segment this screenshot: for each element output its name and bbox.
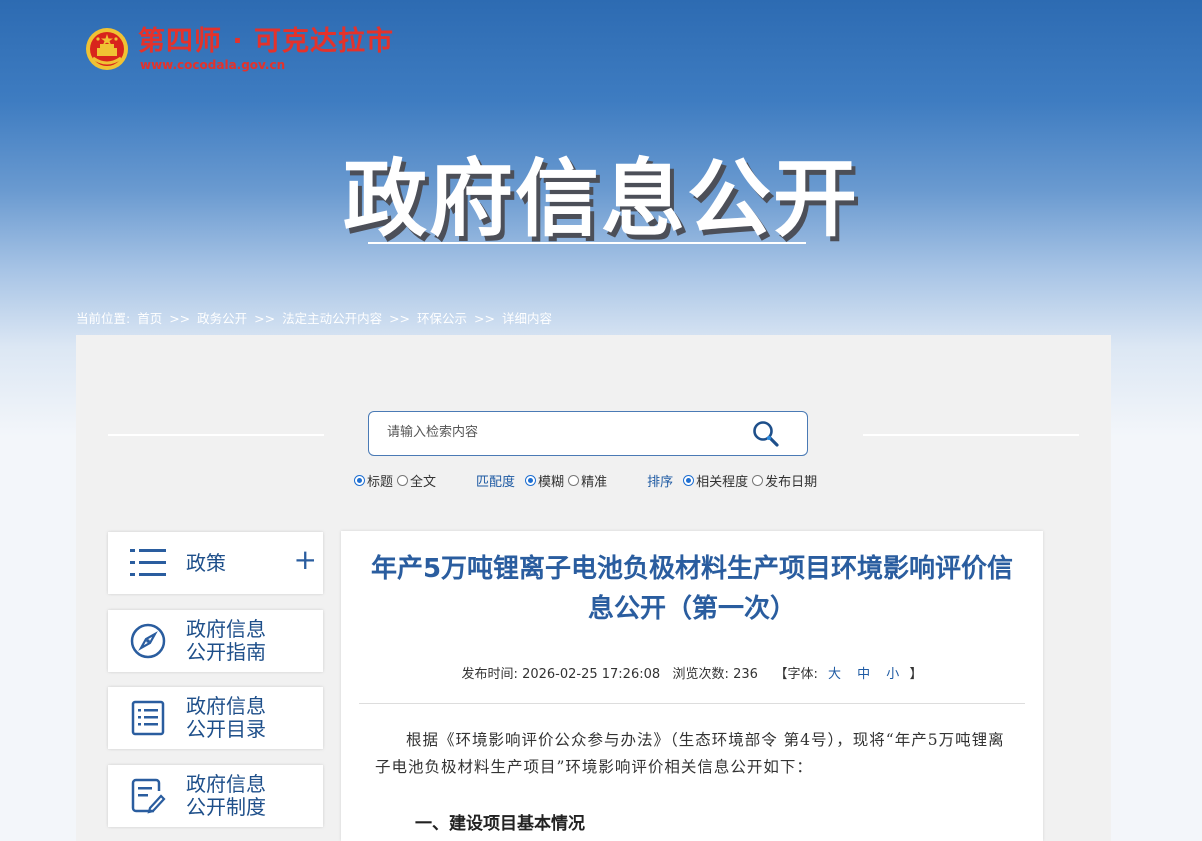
- search-input[interactable]: [385, 424, 729, 441]
- sidebar-item-catalog[interactable]: 政府信息 公开目录: [108, 687, 323, 749]
- radio-checked[interactable]: [354, 475, 365, 486]
- breadcrumb-env-notice[interactable]: 环保公示: [417, 311, 467, 326]
- article-title: 年产5万吨锂离子电池负极材料生产项目环境影响评价信息公开（第一次）: [370, 554, 1014, 624]
- scope-title-option[interactable]: 标题: [354, 471, 393, 490]
- search-divider-right: [863, 434, 1079, 436]
- publish-label: 发布时间:: [461, 667, 518, 682]
- font-medium-link[interactable]: 中: [857, 667, 870, 682]
- breadcrumb: 当前位置: 首页 >> 政务公开 >> 法定主动公开内容 >> 环保公示 >> …: [76, 308, 555, 327]
- article-paragraph: 根据《环境影响评价公众参与办法》（生态环境部令 第4号），现将“年产5万吨锂离子…: [375, 731, 1005, 776]
- search-options: 标题 全文 匹配度 模糊 精准 排序 相关程度 发布日期: [354, 471, 821, 490]
- article-meta: 发布时间: 2026-02-25 17:26:08 浏览次数: 236 【字体:…: [341, 663, 1043, 682]
- list-icon: [128, 543, 168, 583]
- article-panel: 年产5万吨锂离子电池负极材料生产项目环境影响评价信息公开（第一次） 发布时间: …: [341, 531, 1043, 841]
- views-label: 浏览次数:: [672, 667, 729, 682]
- search-divider-left: [108, 434, 324, 436]
- match-label: 匹配度: [476, 475, 516, 490]
- title-underline: [368, 242, 806, 244]
- radio-unchecked[interactable]: [397, 475, 409, 486]
- radio-unchecked[interactable]: [752, 475, 764, 486]
- site-name: 第四师 · 可克达拉市: [138, 26, 395, 57]
- compass-icon: [128, 621, 168, 661]
- font-small-link[interactable]: 小: [886, 667, 899, 682]
- sidebar-item-label: 政府信息 公开指南: [186, 617, 266, 664]
- breadcrumb-legal-disclosure[interactable]: 法定主动公开内容: [282, 311, 382, 326]
- match-fuzzy-option[interactable]: 模糊: [525, 471, 564, 490]
- breadcrumb-current: 详细内容: [501, 311, 552, 326]
- meta-divider: [359, 703, 1025, 704]
- expand-plus-icon[interactable]: +: [294, 546, 317, 574]
- sidebar-item-policy-system[interactable]: 政府信息 公开制度: [108, 765, 323, 827]
- sidebar-item-policy[interactable]: 政策 +: [108, 532, 323, 594]
- search-box: [368, 411, 808, 456]
- section-heading: 一、建设项目基本情况: [415, 814, 585, 834]
- radio-checked[interactable]: [525, 475, 537, 486]
- sidebar-item-label: 政策: [186, 550, 226, 575]
- breadcrumb-separator: >>: [254, 311, 276, 326]
- publish-time: 2026-02-25 17:26:08: [522, 667, 661, 682]
- main-content: 标题 全文 匹配度 模糊 精准 排序 相关程度 发布日期 政策 +: [76, 335, 1111, 841]
- radio-unchecked[interactable]: [568, 475, 580, 486]
- national-emblem-icon: [86, 28, 128, 70]
- breadcrumb-prefix: 当前位置:: [76, 311, 131, 326]
- breadcrumb-home[interactable]: 首页: [137, 311, 162, 326]
- site-url: www.cocodala.gov.cn: [140, 58, 286, 72]
- catalog-icon: [128, 698, 168, 738]
- search-icon[interactable]: [751, 419, 781, 449]
- views-count: 236: [733, 667, 758, 682]
- sidebar-item-label: 政府信息 公开目录: [186, 694, 266, 741]
- document-edit-icon: [128, 776, 168, 816]
- font-large-link[interactable]: 大: [828, 667, 841, 682]
- sort-date-option[interactable]: 发布日期: [752, 471, 817, 490]
- breadcrumb-gov-affairs[interactable]: 政务公开: [197, 311, 247, 326]
- sort-label: 排序: [647, 475, 674, 490]
- sidebar-item-label: 政府信息 公开制度: [186, 772, 266, 819]
- breadcrumb-separator: >>: [389, 311, 411, 326]
- site-logo[interactable]: 第四师 · 可克达拉市 www.cocodala.gov.cn: [84, 26, 394, 72]
- sidebar-item-guide[interactable]: 政府信息 公开指南: [108, 610, 323, 672]
- breadcrumb-separator: >>: [474, 311, 495, 326]
- sort-relevance-option[interactable]: 相关程度: [683, 471, 748, 490]
- page-title: 政府信息公开: [342, 150, 859, 248]
- match-exact-option[interactable]: 精准: [568, 471, 607, 490]
- breadcrumb-separator: >>: [169, 311, 191, 326]
- radio-checked[interactable]: [683, 475, 695, 486]
- font-size-label: 【字体:: [774, 667, 818, 682]
- font-size-close: 】: [909, 667, 923, 682]
- scope-full-option[interactable]: 全文: [397, 471, 436, 490]
